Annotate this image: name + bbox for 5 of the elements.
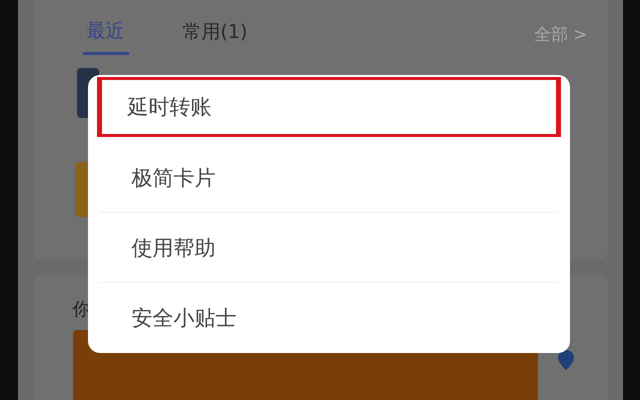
menu-item[interactable]: 安全小贴士 — [100, 283, 558, 353]
location-pin-icon — [558, 350, 574, 370]
menu-item[interactable]: 使用帮助 — [100, 213, 558, 283]
menu-item[interactable]: 延时转账 — [96, 77, 560, 137]
menu-item[interactable]: 极简卡片 — [100, 143, 558, 213]
